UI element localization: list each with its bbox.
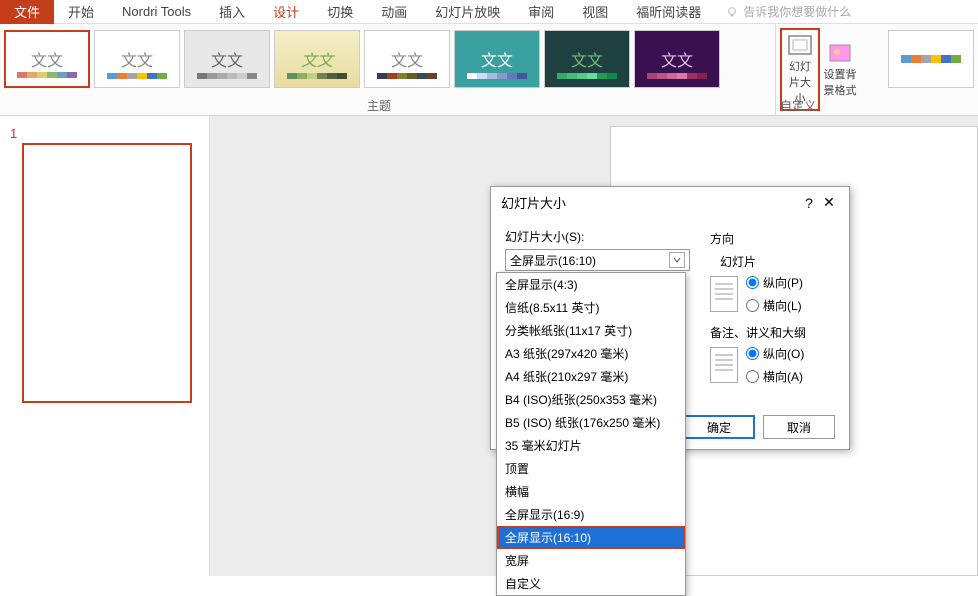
tab-slideshow[interactable]: 幻灯片放映 — [421, 0, 514, 25]
dropdown-option[interactable]: 全屏显示(4:3) — [497, 273, 685, 296]
theme-thumb-8[interactable]: 文文 — [634, 30, 720, 88]
theme-colors-icon — [197, 73, 257, 79]
slide-size-icon — [787, 34, 813, 56]
ribbon-wrap: 文文 文文 文文 文文 文文 文文 文文 文文 — [0, 24, 978, 116]
radio-landscape-l[interactable]: 横向(L) — [746, 297, 803, 314]
slide-section-label: 幻灯片 — [720, 253, 835, 270]
direction-label: 方向 — [710, 230, 835, 247]
dropdown-option[interactable]: 信纸(8.5x11 英寸) — [497, 296, 685, 319]
tab-insert[interactable]: 插入 — [205, 0, 259, 25]
theme-colors-icon — [377, 73, 437, 79]
slide-orientation: 纵向(P) 横向(L) — [710, 274, 835, 314]
notes-section-label: 备注、讲义和大纲 — [710, 324, 835, 341]
tab-nordri[interactable]: Nordri Tools — [108, 0, 205, 23]
dropdown-option[interactable]: 分类帐纸张(11x17 英寸) — [497, 319, 685, 342]
variant-gallery — [884, 24, 978, 115]
cancel-button[interactable]: 取消 — [763, 415, 835, 439]
dialog-close-button[interactable]: ✕ — [819, 194, 839, 211]
size-label: 幻灯片大小(S): — [505, 228, 690, 245]
theme-thumb-1[interactable]: 文文 — [4, 30, 90, 88]
chevron-down-icon — [669, 252, 685, 268]
slide-radios: 纵向(P) 横向(L) — [746, 274, 803, 314]
theme-thumb-6[interactable]: 文文 — [454, 30, 540, 88]
tab-view[interactable]: 视图 — [568, 0, 622, 25]
dropdown-option[interactable]: A4 纸张(210x297 毫米) — [497, 365, 685, 388]
tab-transition[interactable]: 切换 — [313, 0, 367, 25]
radio-portrait-p[interactable]: 纵向(P) — [746, 274, 803, 291]
dropdown-option[interactable]: 35 毫米幻灯片 — [497, 434, 685, 457]
dialog-titlebar: 幻灯片大小 ? ✕ — [491, 187, 849, 218]
theme-colors-icon — [287, 73, 347, 79]
custom-group-label: 自定义 — [758, 97, 838, 114]
background-format-label: 设置背景格式 — [822, 66, 858, 98]
dropdown-option[interactable]: 宽屏 — [497, 549, 685, 572]
dropdown-option[interactable]: 全屏显示(16:9) — [497, 503, 685, 526]
radio-landscape-a[interactable]: 横向(A) — [746, 368, 804, 385]
theme-label: 文文 — [571, 47, 603, 71]
dropdown-option[interactable]: 顶置 — [497, 457, 685, 480]
theme-thumb-7[interactable]: 文文 — [544, 30, 630, 88]
page-portrait-icon — [710, 347, 738, 383]
dropdown-option[interactable]: 全屏显示(16:10) — [497, 526, 685, 549]
variant-colors-icon — [901, 55, 961, 63]
theme-label: 文文 — [31, 47, 63, 71]
tab-file[interactable]: 文件 — [0, 0, 54, 25]
theme-thumb-5[interactable]: 文文 — [364, 30, 450, 88]
size-dropdown: 全屏显示(4:3)信纸(8.5x11 英寸)分类帐纸张(11x17 英寸)A3 … — [496, 272, 686, 596]
theme-label: 文文 — [121, 47, 153, 71]
radio-portrait-o[interactable]: 纵向(O) — [746, 345, 804, 362]
ok-button[interactable]: 确定 — [683, 415, 755, 439]
theme-colors-icon — [557, 73, 617, 79]
notes-radios: 纵向(O) 横向(A) — [746, 345, 804, 385]
tell-me-search[interactable]: 告诉我你想要做什么 — [725, 3, 851, 20]
dialog-right: 方向 幻灯片 纵向(P) 横向(L) 备注、讲义和大纲 纵向(O) 横向(A) — [710, 228, 835, 395]
slide-thumbnail-1[interactable] — [22, 143, 192, 403]
theme-colors-icon — [647, 73, 707, 79]
background-format-icon — [827, 42, 853, 64]
dropdown-option[interactable]: 自定义 — [497, 572, 685, 595]
dropdown-option[interactable]: 横幅 — [497, 480, 685, 503]
theme-label: 文文 — [301, 47, 333, 71]
size-value: 全屏显示(16:10) — [510, 252, 596, 269]
theme-thumb-3[interactable]: 文文 — [184, 30, 270, 88]
dropdown-option[interactable]: A3 纸张(297x420 毫米) — [497, 342, 685, 365]
notes-orientation: 纵向(O) 横向(A) — [710, 345, 835, 385]
tab-animation[interactable]: 动画 — [367, 0, 421, 25]
tell-me-placeholder: 告诉我你想要做什么 — [743, 3, 851, 20]
theme-colors-icon — [107, 73, 167, 79]
variant-thumb-1[interactable] — [888, 30, 974, 88]
tab-home[interactable]: 开始 — [54, 0, 108, 25]
tab-foxit[interactable]: 福昕阅读器 — [622, 0, 715, 25]
theme-label: 文文 — [391, 47, 423, 71]
tab-design[interactable]: 设计 — [259, 0, 313, 25]
slide-number: 1 — [10, 126, 17, 141]
tab-review[interactable]: 审阅 — [514, 0, 568, 25]
page-portrait-icon — [710, 276, 738, 312]
dialog-title: 幻灯片大小 — [501, 193, 566, 212]
theme-label: 文文 — [481, 47, 513, 71]
lightbulb-icon — [725, 5, 739, 19]
dialog-help-button[interactable]: ? — [799, 195, 819, 211]
slide-panel: 1 — [0, 116, 210, 576]
dropdown-option[interactable]: B4 (ISO)纸张(250x353 毫米) — [497, 388, 685, 411]
theme-label: 文文 — [661, 47, 693, 71]
theme-thumb-4[interactable]: 文文 — [274, 30, 360, 88]
ribbon-tabs: 文件 开始 Nordri Tools 插入 设计 切换 动画 幻灯片放映 审阅 … — [0, 0, 978, 24]
size-combobox[interactable]: 全屏显示(16:10) — [505, 249, 690, 271]
themes-group-label: 主题 — [0, 97, 758, 114]
dropdown-option[interactable]: B5 (ISO) 纸张(176x250 毫米) — [497, 411, 685, 434]
theme-thumb-2[interactable]: 文文 — [94, 30, 180, 88]
theme-colors-icon — [467, 73, 527, 79]
theme-label: 文文 — [211, 47, 243, 71]
theme-colors-icon — [17, 72, 77, 78]
